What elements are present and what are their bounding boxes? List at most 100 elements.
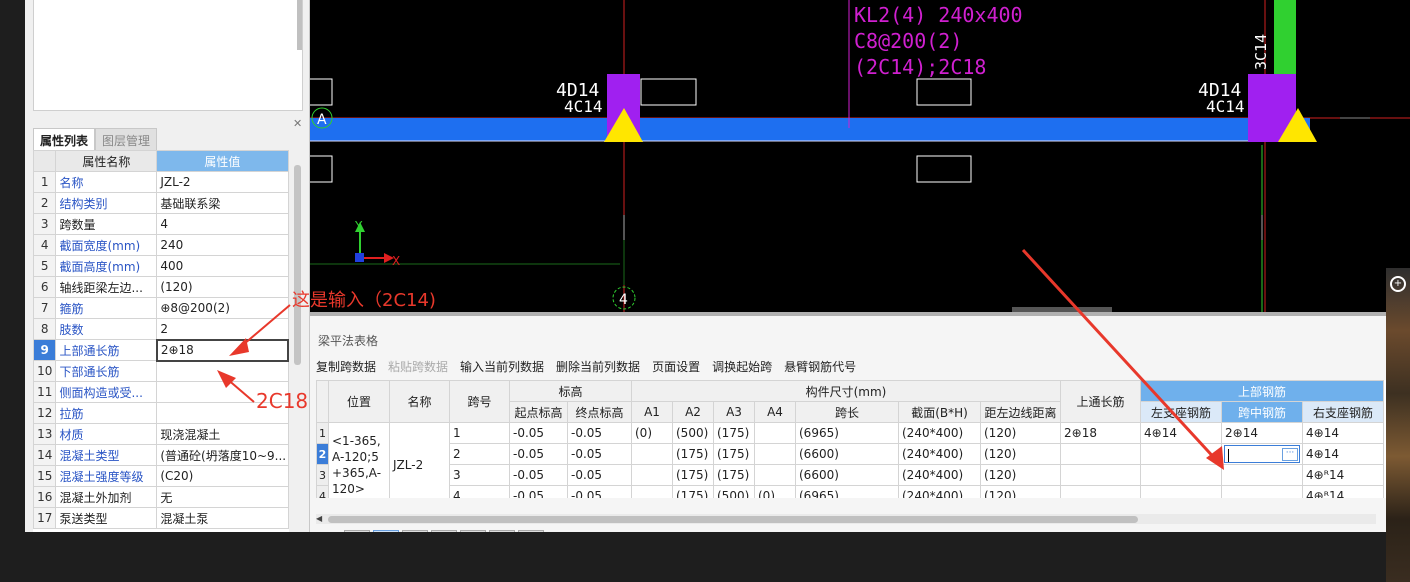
position-cell[interactable]: <1-365,A-120;5+365,A-120>	[328, 422, 390, 498]
start-elevation-cell[interactable]: -0.05	[509, 422, 568, 444]
start-elevation-cell[interactable]: -0.05	[509, 443, 568, 465]
table-row[interactable]: 3 3 -0.05 -0.05 (175) (175) (6600) (240*400) (12…	[316, 464, 1384, 486]
row-number[interactable]: 4	[316, 485, 329, 498]
start-elevation-cell[interactable]: -0.05	[509, 464, 568, 486]
property-row[interactable]: 3 跨数量 4	[33, 213, 289, 235]
property-row[interactable]: 7 箍筋 ⊕8@200(2)	[33, 297, 289, 319]
a3-value-cell[interactable]: (175)	[713, 464, 755, 486]
property-value[interactable]: 2	[156, 318, 289, 340]
toolbar-button[interactable]: 复制跨数据	[316, 358, 376, 375]
a4-value-cell[interactable]	[754, 443, 796, 465]
mid-span-cell[interactable]	[1221, 464, 1303, 486]
preview-scrollbar[interactable]	[297, 0, 302, 50]
left-distance-cell[interactable]: (120)	[980, 464, 1061, 486]
a4-value-cell[interactable]: (0)	[754, 485, 796, 498]
property-scrollbar[interactable]	[294, 165, 301, 365]
span-length-cell[interactable]: (6600)	[795, 443, 899, 465]
property-row[interactable]: 12 拉筋	[33, 402, 289, 424]
property-value[interactable]: 240	[156, 234, 289, 256]
section-size-cell[interactable]: (240*400)	[898, 485, 981, 498]
span-length-cell[interactable]: (6965)	[795, 422, 899, 444]
cad-canvas[interactable]: KL2(4) 240x400 C8@200(2) (2C14);2C18 4D1…	[310, 0, 1410, 312]
panel-close-icon[interactable]: ✕	[293, 117, 302, 130]
table-row[interactable]: 4 4 -0.05 -0.05 (175) (500) (0) (6965) (240*400)…	[316, 485, 1384, 498]
property-row[interactable]: 17 泵送类型 混凝土泵	[33, 507, 289, 529]
table-horizontal-scrollbar[interactable]: ◀	[316, 514, 1376, 524]
top-continuous-cell[interactable]	[1060, 443, 1141, 465]
a3-value-cell[interactable]: (500)	[713, 485, 755, 498]
left-support-cell[interactable]	[1140, 485, 1222, 498]
section-size-cell[interactable]: (240*400)	[898, 422, 981, 444]
property-value[interactable]: 无	[156, 486, 289, 508]
toolbar-button[interactable]: 悬臂钢筋代号	[784, 358, 856, 375]
property-row[interactable]: 11 侧面构造或受...	[33, 381, 289, 403]
left-support-cell[interactable]: 4⊕14	[1140, 422, 1222, 444]
property-row[interactable]: 1 名称 JZL-2	[33, 171, 289, 193]
span-number-cell[interactable]: 2	[449, 443, 510, 465]
property-row[interactable]: 8 肢数 2	[33, 318, 289, 340]
mid-span-cell[interactable]: 2⊕14	[1221, 422, 1303, 444]
column-green[interactable]	[1274, 0, 1296, 76]
a2-value-cell[interactable]: (500)	[672, 422, 714, 444]
a3-value-cell[interactable]: (175)	[713, 443, 755, 465]
toolbar-button[interactable]: 页面设置	[652, 358, 700, 375]
end-elevation-cell[interactable]: -0.05	[567, 464, 632, 486]
property-value[interactable]: 4	[156, 213, 289, 235]
span-number-cell[interactable]: 4	[449, 485, 510, 498]
scroll-left-icon[interactable]: ◀	[316, 514, 322, 523]
table-row[interactable]: 1 <1-365,A-120;5+365,A-120> JZL-2 1 -0.05 -0.…	[316, 422, 1384, 498]
right-support-cell[interactable]: 4⊕ᴿ14	[1302, 485, 1384, 498]
top-continuous-cell[interactable]	[1060, 485, 1141, 498]
mid-span-cell[interactable]: ···	[1221, 443, 1303, 465]
section-size-cell[interactable]: (240*400)	[898, 443, 981, 465]
property-value[interactable]: 基础联系梁	[156, 192, 289, 214]
span-number-cell[interactable]: 3	[449, 464, 510, 486]
right-support-cell[interactable]: 4⊕14	[1302, 422, 1384, 444]
property-value[interactable]: 现浇混凝土	[156, 423, 289, 445]
property-row[interactable]: 10 下部通长筋	[33, 360, 289, 382]
section-size-cell[interactable]: (240*400)	[898, 464, 981, 486]
row-number[interactable]: 3	[316, 464, 329, 486]
property-value[interactable]	[156, 360, 289, 382]
left-distance-cell[interactable]: (120)	[980, 485, 1061, 498]
top-continuous-cell[interactable]: 2⊕18	[1060, 422, 1141, 444]
row-number[interactable]: 1	[316, 422, 329, 444]
property-value[interactable]: JZL-2	[156, 171, 289, 193]
scrollbar-thumb[interactable]	[328, 516, 1138, 523]
top-continuous-cell[interactable]	[1060, 464, 1141, 486]
tab-layer-management[interactable]: 图层管理	[95, 128, 158, 150]
property-row[interactable]: 15 混凝土强度等级 (C20)	[33, 465, 289, 487]
property-value[interactable]: (普通砼(坍落度10~9...	[156, 444, 289, 466]
property-value[interactable]: 混凝土泵	[156, 507, 289, 529]
more-options-icon[interactable]: ···	[1282, 448, 1298, 461]
property-value[interactable]: ⊕8@200(2)	[156, 297, 289, 319]
toolbar-button[interactable]: 输入当前列数据	[460, 358, 544, 375]
a4-value-cell[interactable]	[754, 464, 796, 486]
left-distance-cell[interactable]: (120)	[980, 443, 1061, 465]
row-number[interactable]: 2	[316, 443, 329, 465]
right-support-cell[interactable]: 4⊕ᴿ14	[1302, 464, 1384, 486]
a1-value-cell[interactable]: (0)	[631, 422, 673, 444]
span-number-cell[interactable]: 1	[449, 422, 510, 444]
a1-value-cell[interactable]	[631, 443, 673, 465]
property-row[interactable]: 6 轴线距梁左边... (120)	[33, 276, 289, 298]
left-distance-cell[interactable]: (120)	[980, 422, 1061, 444]
table-row[interactable]: 2 2 -0.05 -0.05 (175) (175) (6600) (240*400) (12…	[316, 443, 1384, 465]
a3-value-cell[interactable]: (175)	[713, 422, 755, 444]
mid-span-editor[interactable]: ···	[1224, 445, 1300, 463]
beam-body[interactable]	[310, 118, 1310, 141]
property-value[interactable]: (C20)	[156, 465, 289, 487]
left-support-cell[interactable]	[1140, 464, 1222, 486]
a2-value-cell[interactable]: (175)	[672, 443, 714, 465]
property-row[interactable]: 13 材质 现浇混凝土	[33, 423, 289, 445]
a1-value-cell[interactable]	[631, 464, 673, 486]
property-row[interactable]: 9 上部通长筋 2⊕18	[33, 338, 289, 362]
end-elevation-cell[interactable]: -0.05	[567, 443, 632, 465]
property-row[interactable]: 2 结构类别 基础联系梁	[33, 192, 289, 214]
span-length-cell[interactable]: (6600)	[795, 464, 899, 486]
right-support-cell[interactable]: 4⊕14	[1302, 443, 1384, 465]
property-row[interactable]: 14 混凝土类型 (普通砼(坍落度10~9...	[33, 444, 289, 466]
left-support-cell[interactable]	[1140, 443, 1222, 465]
property-value[interactable]: 2⊕18	[155, 338, 289, 362]
property-row[interactable]: 16 混凝土外加剂无	[33, 486, 289, 508]
